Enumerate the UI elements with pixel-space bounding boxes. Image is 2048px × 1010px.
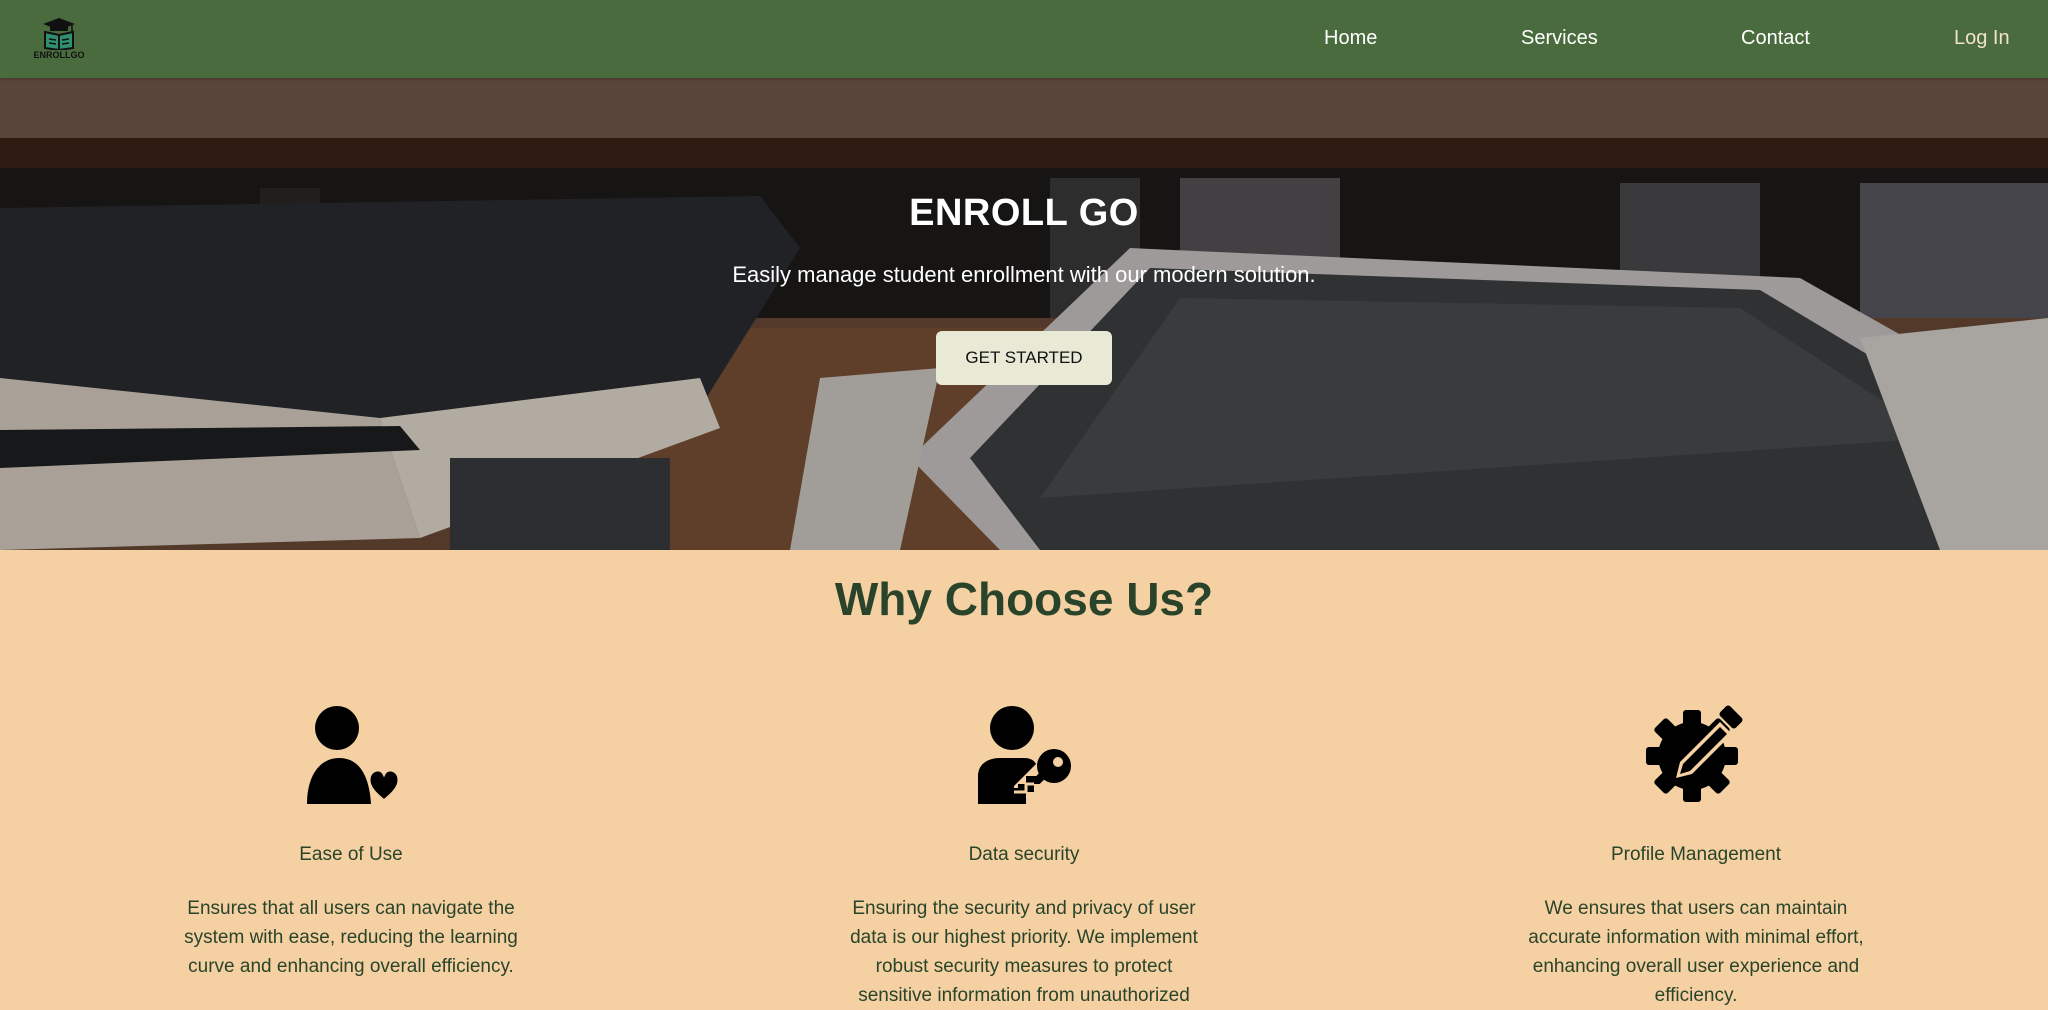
hero-subtitle: Easily manage student enrollment with ou… [732,262,1316,287]
hero-section: ENROLL GO Easily manage student enrollme… [0,78,2048,550]
feature-description: Ensures that all users can navigate the … [184,898,518,977]
hero-overlay [0,78,2048,550]
section-title: Why Choose Us? [834,573,1214,625]
hero-title: ENROLL GO [909,192,1139,234]
feature-description: We ensures that users can maintain accur… [1528,898,1864,1006]
why-choose-us-section: Why Choose Us? Ease of Use Ensures that … [0,550,2048,1009]
nav-link-login[interactable]: Log In [1954,27,2010,50]
nav-link-contact[interactable]: Contact [1741,27,1810,50]
get-started-button[interactable]: GET STARTED [936,331,1112,385]
feature-card-ease-of-use: Ease of Use Ensures that all users can n… [161,704,541,981]
nav-link-home[interactable]: Home [1324,27,1377,50]
feature-description: Ensuring the security and privacy of use… [850,898,1198,1006]
gear-pencil-icon [1646,705,1743,802]
feature-card-profile-management: Profile Management We ensures that users… [1506,704,1886,1010]
feature-card-data-security: Data security Ensuring the security and … [834,704,1214,1010]
user-key-icon [978,706,1071,804]
brand-logo[interactable]: ENROLLGO [32,14,86,64]
feature-title: Ease of Use [299,844,403,865]
feature-title: Profile Management [1610,844,1782,865]
user-heart-icon [307,706,401,804]
feature-title: Data security [968,844,1080,865]
top-navbar: ENROLLGO Home Services Contact Log In [0,0,2048,78]
logo-text: ENROLLGO [33,50,85,60]
graduation-cap-book-icon [43,18,75,50]
nav-link-services[interactable]: Services [1521,27,1598,50]
